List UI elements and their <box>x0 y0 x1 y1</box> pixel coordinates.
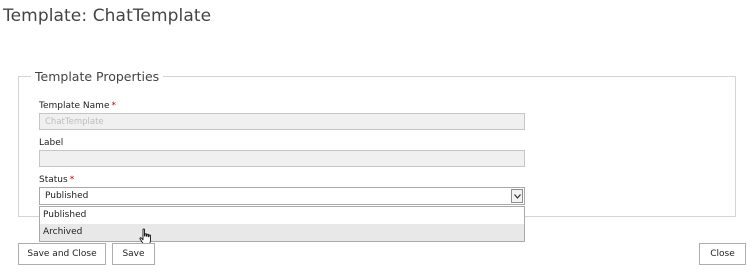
template-name-label: Template Name * <box>39 101 116 111</box>
page-title: Template: ChatTemplate <box>3 6 212 26</box>
close-button[interactable]: Close <box>699 243 746 265</box>
template-name-input <box>39 113 525 130</box>
required-marker: * <box>69 175 75 185</box>
chevron-down-icon[interactable] <box>511 189 523 203</box>
status-selected-value: Published <box>45 191 89 201</box>
label-input[interactable] <box>39 150 525 167</box>
status-label-text: Status <box>39 175 68 185</box>
status-option-archived[interactable]: Archived <box>40 224 524 241</box>
status-label: Status * <box>39 175 74 185</box>
status-dropdown-list: Published Archived <box>39 206 525 242</box>
template-name-label-text: Template Name <box>39 101 110 111</box>
save-button[interactable]: Save <box>112 243 155 265</box>
save-and-close-button[interactable]: Save and Close <box>18 243 106 265</box>
section-legend: Template Properties <box>35 69 160 84</box>
label-field-label: Label <box>39 138 64 148</box>
status-select[interactable]: Published <box>39 187 525 205</box>
status-option-published[interactable]: Published <box>40 207 524 224</box>
required-marker: * <box>111 101 116 111</box>
